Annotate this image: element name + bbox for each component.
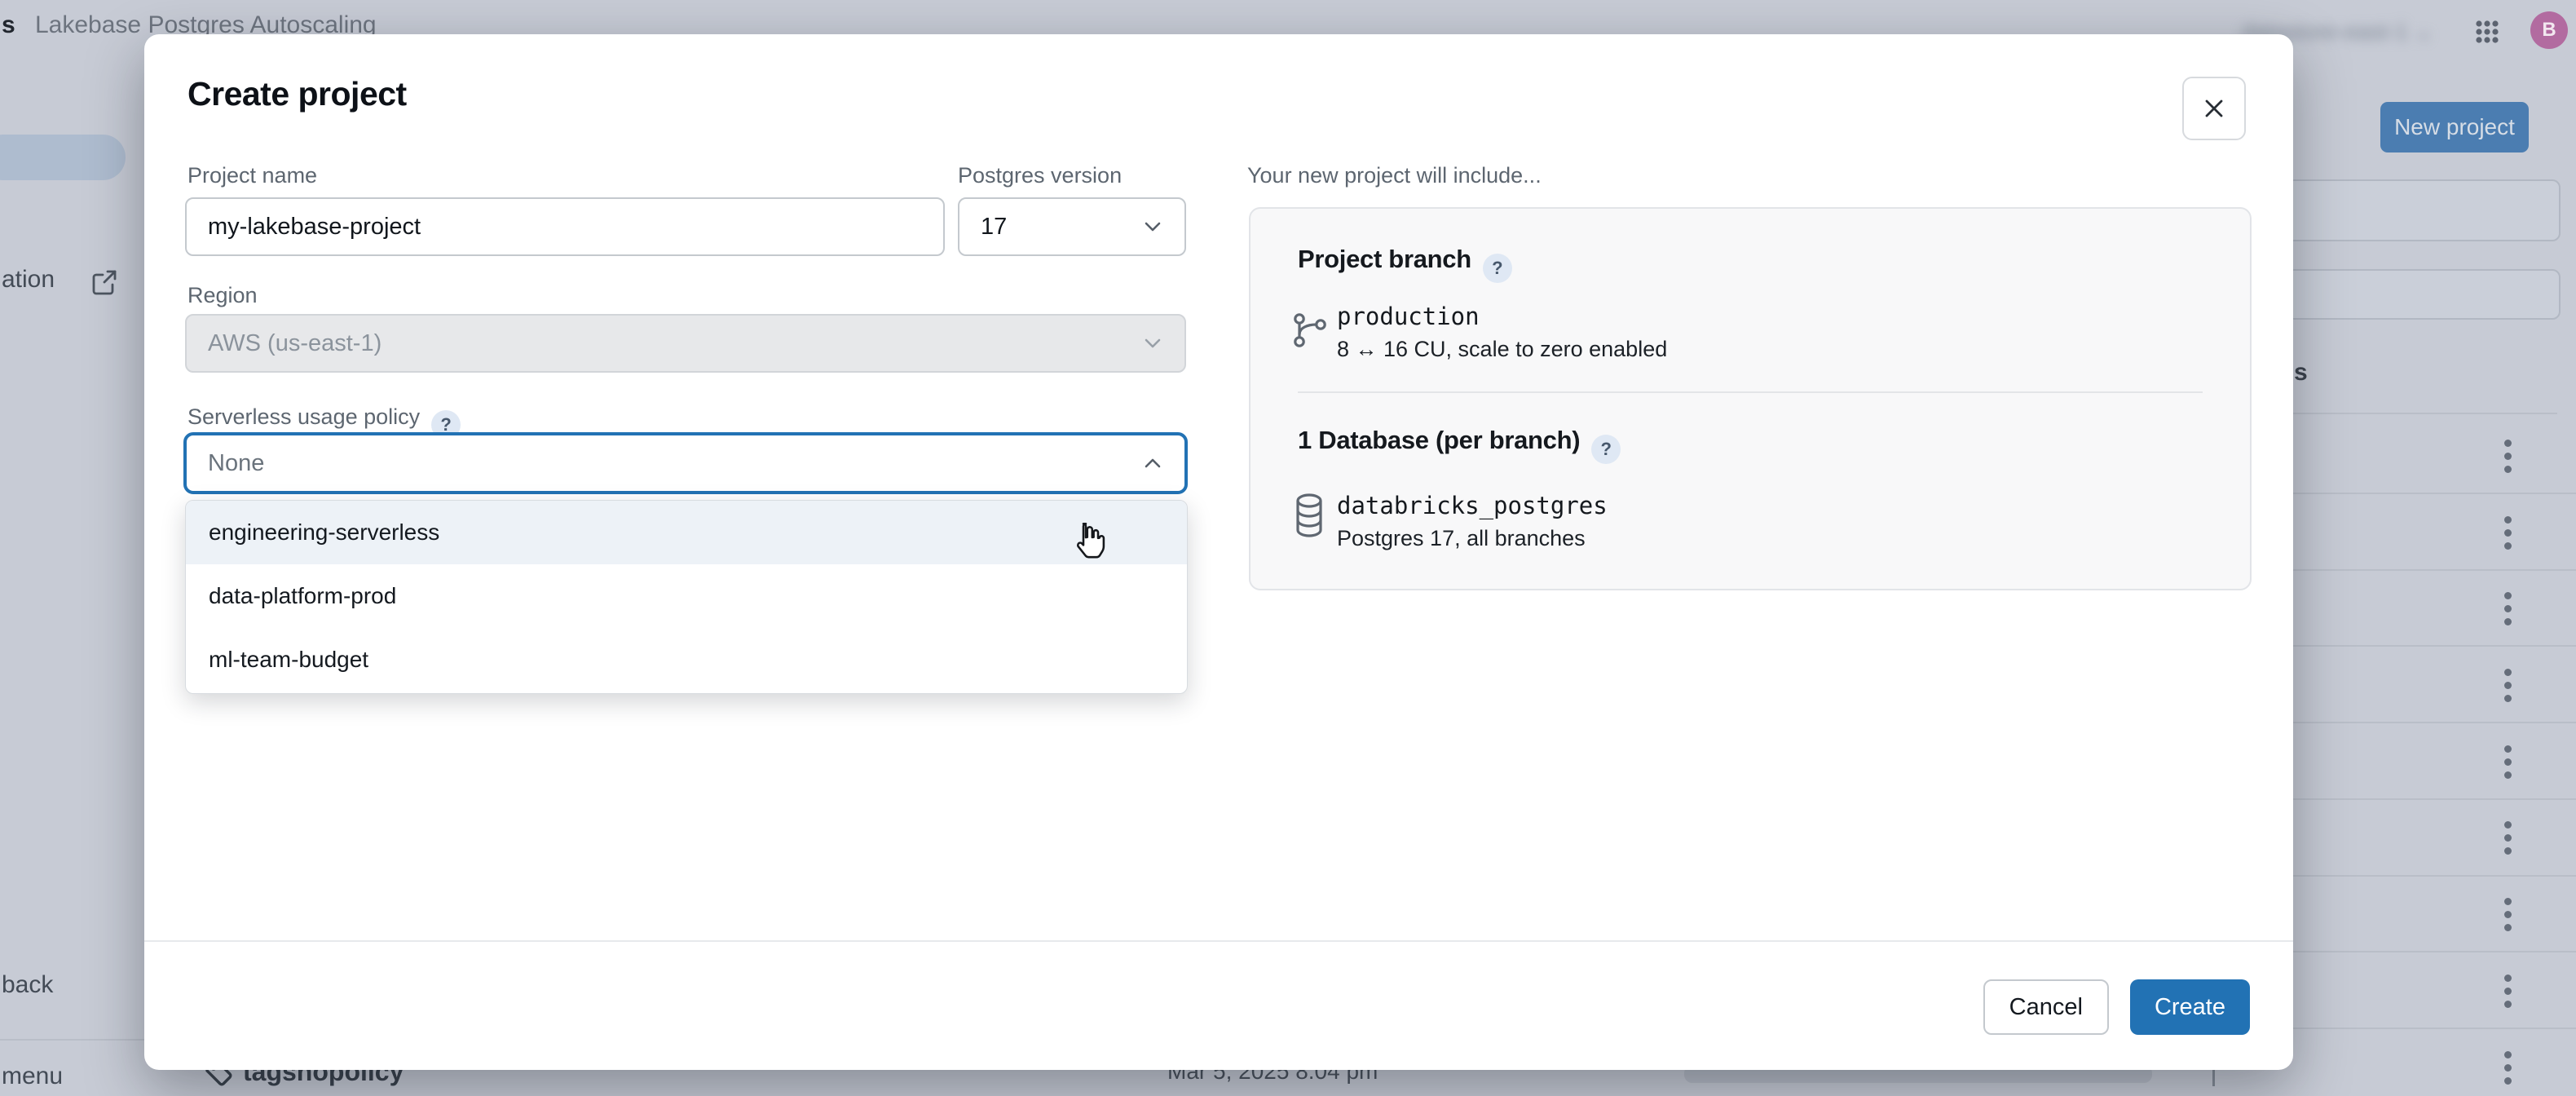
sidebar-item-documentation-fragment[interactable]: ation: [2, 266, 55, 294]
create-button[interactable]: Create: [2130, 979, 2250, 1035]
row-menu-kebab-icon[interactable]: [2493, 592, 2522, 625]
postgres-version-select[interactable]: 17: [958, 197, 1186, 256]
help-icon[interactable]: ?: [1483, 254, 1512, 283]
database-name: databricks_postgres: [1337, 492, 1608, 519]
app-switcher-grid-icon[interactable]: [2475, 20, 2499, 44]
new-project-button[interactable]: New project: [2380, 102, 2529, 152]
row-menu-kebab-icon[interactable]: [2493, 821, 2522, 855]
mouse-cursor-hand: [1069, 520, 1108, 563]
create-project-dialog: Create project Project name my-lakebase-…: [144, 34, 2293, 1070]
postgres-version-value: 17: [981, 214, 1007, 241]
chevron-down-icon: [1142, 216, 1163, 237]
policy-option[interactable]: ml-team-budget: [186, 628, 1187, 692]
database-icon: [1293, 493, 1325, 540]
project-name-value: my-lakebase-project: [208, 214, 421, 241]
chevron-down-icon: [1142, 333, 1163, 354]
row-menu-kebab-icon[interactable]: [2493, 440, 2522, 473]
sidebar-item-selected[interactable]: [0, 135, 126, 180]
bg-banner-box: [2261, 179, 2561, 241]
policy-option[interactable]: engineering-serverless: [186, 501, 1187, 564]
row-menu-kebab-icon[interactable]: [2493, 745, 2522, 779]
region-value: AWS (us-east-1): [208, 330, 382, 357]
external-link-icon: [88, 266, 121, 298]
cancel-button[interactable]: Cancel: [1983, 979, 2109, 1035]
policy-select[interactable]: None: [183, 432, 1188, 494]
git-branch-icon: [1291, 312, 1329, 349]
avatar[interactable]: B: [2530, 11, 2568, 49]
branch-section-title: Project branch: [1298, 245, 1471, 273]
close-button[interactable]: [2182, 77, 2246, 140]
chevron-up-icon: [1142, 453, 1163, 474]
row-menu-kebab-icon[interactable]: [2493, 669, 2522, 702]
close-icon: [2202, 96, 2226, 121]
row-menu-kebab-icon[interactable]: [2493, 516, 2522, 550]
policy-option[interactable]: data-platform-prod: [186, 564, 1187, 628]
help-icon[interactable]: ?: [1591, 435, 1621, 464]
sidebar-item-menu-fragment[interactable]: menu: [2, 1063, 63, 1090]
bg-search-box[interactable]: [2261, 269, 2561, 320]
table-header-fragment: s: [2294, 359, 2308, 387]
branch-detail: 8 ↔ 16 CU, scale to zero enabled: [1337, 337, 1667, 362]
branch-name: production: [1337, 303, 1480, 330]
project-name-label: Project name: [187, 163, 317, 188]
region-label: Region: [187, 283, 258, 308]
project-name-input[interactable]: my-lakebase-project: [185, 197, 945, 256]
database-section-title-row: 1 Database (per branch)?: [1298, 426, 1621, 464]
database-detail: Postgres 17, all branches: [1337, 526, 1586, 551]
postgres-version-label: Postgres version: [958, 163, 1122, 188]
policy-label: Serverless usage policy: [187, 404, 420, 429]
policy-dropdown-menu: engineering-serverless data-platform-pro…: [185, 500, 1188, 694]
sidebar-item-feedback-fragment[interactable]: back: [2, 971, 53, 999]
row-menu-kebab-icon[interactable]: [2493, 1051, 2522, 1085]
branch-section-title-row: Project branch?: [1298, 245, 1512, 283]
screen: s Lakebase Postgres Autoscaling datastor…: [0, 0, 2576, 1096]
preview-heading: Your new project will include...: [1247, 163, 1542, 188]
row-menu-kebab-icon[interactable]: [2493, 898, 2522, 931]
row-menu-kebab-icon[interactable]: [2493, 974, 2522, 1008]
preview-card: Project branch? production 8 ↔ 16 CU, sc…: [1249, 207, 2252, 590]
breadcrumb-fragment: s: [2, 11, 15, 39]
dialog-title: Create project: [187, 75, 407, 113]
database-section-title: 1 Database (per branch): [1298, 426, 1580, 454]
region-select: AWS (us-east-1): [185, 314, 1186, 373]
policy-value: None: [208, 450, 264, 477]
